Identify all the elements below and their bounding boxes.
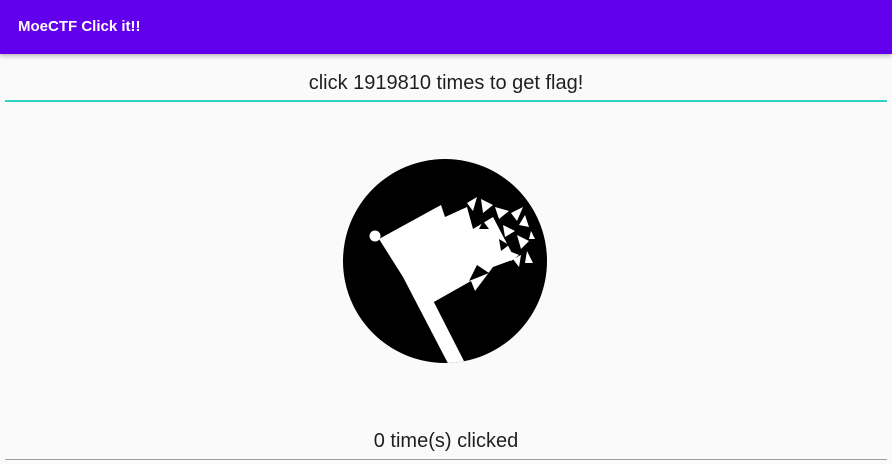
prompt-text: click 1919810 times to get flag!: [308, 72, 584, 94]
flag-icon: [343, 159, 547, 363]
app-window: MoeCTF Click it!! click 1919810 times to…: [0, 0, 892, 464]
app-title: MoeCTF Click it!!: [18, 18, 141, 35]
flag-click-button[interactable]: [343, 159, 547, 363]
app-bar: MoeCTF Click it!!: [0, 0, 892, 54]
counter-text: 0 time(s) clicked: [373, 430, 519, 452]
counter-field[interactable]: 0 time(s) clicked: [5, 424, 887, 460]
prompt-field[interactable]: click 1919810 times to get flag!: [5, 66, 887, 102]
